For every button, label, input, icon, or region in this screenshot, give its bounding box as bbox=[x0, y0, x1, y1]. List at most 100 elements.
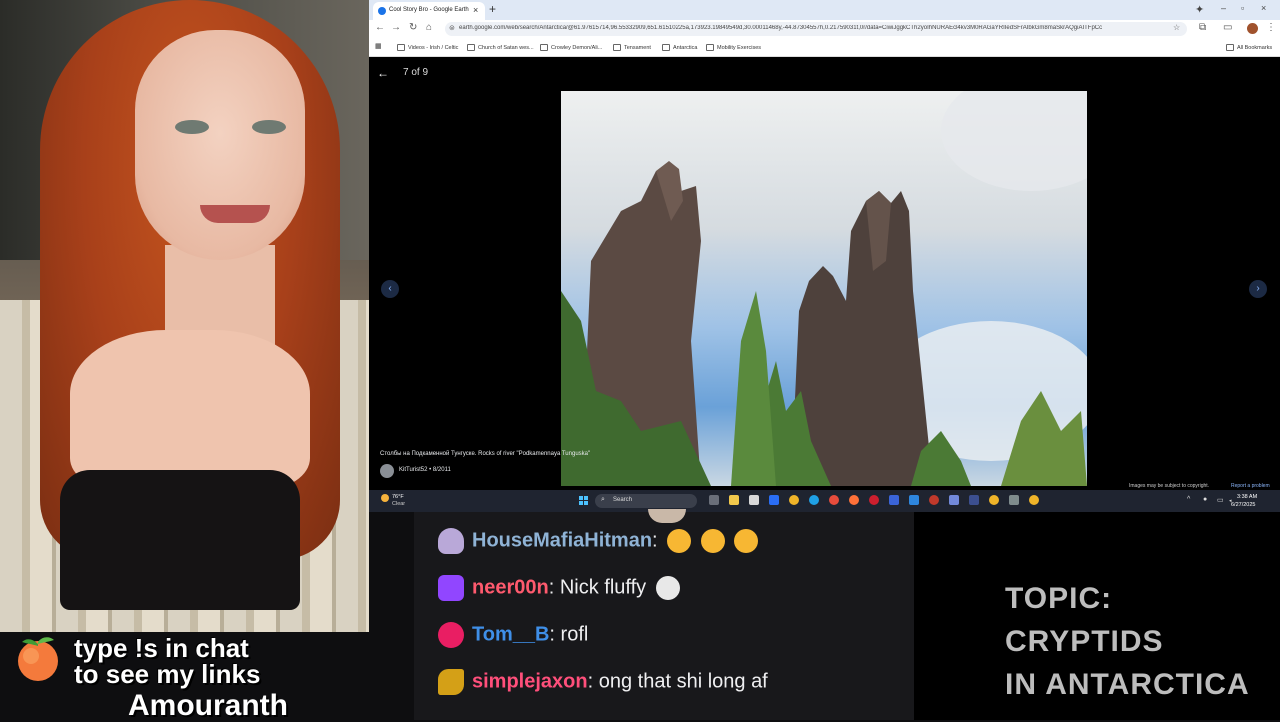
chrome-icon[interactable] bbox=[989, 495, 999, 505]
windows-start-icon[interactable] bbox=[579, 496, 589, 506]
author-avatar[interactable] bbox=[380, 464, 394, 478]
bookmark-item[interactable]: Tensament bbox=[613, 44, 651, 51]
close-window-icon[interactable]: × bbox=[1261, 3, 1266, 13]
tab-title: Cool Story Bro - Google Earth bbox=[389, 7, 469, 13]
home-icon[interactable]: ⌂ bbox=[426, 22, 432, 33]
tab-bar: Cool Story Bro - Google Earth × + ✦ – ▫ … bbox=[369, 0, 1280, 20]
chat-app-icon[interactable] bbox=[769, 495, 779, 505]
heart-badge-icon bbox=[438, 622, 464, 648]
folder-icon bbox=[540, 44, 548, 51]
image-caption: Столбы на Подкаменной Тунгуске. Rocks of… bbox=[380, 451, 591, 457]
app-icon[interactable] bbox=[929, 495, 939, 505]
brave-icon[interactable] bbox=[829, 495, 839, 505]
tray-chevron-icon[interactable]: ^ bbox=[1187, 496, 1190, 503]
peach-icon bbox=[18, 637, 58, 681]
chat-username[interactable]: neer00n bbox=[472, 576, 549, 598]
reload-icon[interactable]: ↻ bbox=[409, 22, 417, 33]
settings-icon[interactable] bbox=[1009, 495, 1019, 505]
clock-date[interactable]: 6/27/2025 bbox=[1231, 502, 1255, 508]
opera-icon[interactable] bbox=[869, 495, 879, 505]
smiling-hearts-emoji-icon bbox=[734, 529, 759, 553]
app-icon[interactable] bbox=[969, 495, 979, 505]
chat-username[interactable]: HouseMafiaHitman bbox=[472, 529, 652, 551]
rock-pillars-illustration bbox=[561, 91, 1087, 486]
back-arrow-icon[interactable]: ← bbox=[375, 22, 385, 33]
tab-google-earth[interactable]: Cool Story Bro - Google Earth × bbox=[373, 2, 485, 20]
discord-icon[interactable] bbox=[949, 495, 959, 505]
bookmark-label: Crowley Demon/Ali... bbox=[551, 44, 603, 51]
minimize-icon[interactable]: – bbox=[1221, 3, 1226, 13]
viewer-back-arrow-icon[interactable]: ← bbox=[377, 66, 389, 80]
file-explorer-icon[interactable] bbox=[729, 495, 739, 505]
chat-username[interactable]: Tom__B bbox=[472, 623, 549, 645]
browser-window: Cool Story Bro - Google Earth × + ✦ – ▫ … bbox=[369, 0, 1280, 512]
menu-icon[interactable]: ⋮ bbox=[1266, 22, 1276, 33]
subscriber-badge-icon bbox=[438, 575, 464, 601]
bookmark-item[interactable]: Videos - Irish / Celtic bbox=[397, 44, 458, 51]
extensions-icon[interactable]: ⧉ bbox=[1199, 22, 1206, 33]
weather-condition[interactable]: Clear bbox=[392, 501, 405, 507]
bookmark-item[interactable]: Crowley Demon/Ali... bbox=[540, 44, 602, 51]
image-author[interactable]: KitTurist52 • 8/2011 bbox=[399, 467, 451, 473]
streamer-name: Amouranth bbox=[128, 689, 288, 722]
smiling-hearts-emoji-icon bbox=[667, 529, 692, 553]
next-image-button[interactable]: › bbox=[1249, 280, 1267, 298]
bookmark-item[interactable]: Mobility Exercises bbox=[706, 44, 761, 51]
all-bookmarks[interactable]: All Bookmarks bbox=[1226, 44, 1272, 51]
search-icon: ⌕ bbox=[601, 496, 605, 503]
bookmark-label: Church of Satan wes... bbox=[478, 44, 534, 51]
taskbar-search-label: Search bbox=[613, 497, 633, 503]
sidebar-icon[interactable]: ▭ bbox=[1223, 22, 1232, 33]
apps-grid-icon[interactable]: ▦ bbox=[375, 42, 382, 50]
star-icon[interactable]: ☆ bbox=[1173, 23, 1180, 32]
app-icon[interactable] bbox=[909, 495, 919, 505]
weather-icon[interactable] bbox=[381, 494, 389, 502]
folder-icon bbox=[1226, 44, 1234, 51]
image-counter: 7 of 9 bbox=[403, 67, 429, 78]
address-bar[interactable]: ⊜ earth.google.com/web/search/Antarctica… bbox=[445, 22, 1187, 36]
google-earth-icon bbox=[378, 7, 386, 15]
smiling-hearts-emoji-icon bbox=[700, 529, 725, 553]
forward-arrow-icon[interactable]: → bbox=[391, 22, 401, 33]
topic-label: TOPIC: bbox=[1005, 582, 1113, 615]
microphone-icon[interactable]: ● bbox=[1203, 496, 1207, 503]
clock-time[interactable]: 3:38 AM bbox=[1237, 494, 1257, 500]
bookmark-item[interactable]: Antarctica bbox=[662, 44, 697, 51]
chrome-icon[interactable] bbox=[789, 495, 799, 505]
chrome-icon[interactable] bbox=[1029, 495, 1039, 505]
store-icon[interactable] bbox=[749, 495, 759, 505]
chat-message: simplejaxon: ong that shi long af bbox=[438, 669, 768, 703]
topic-line-3: IN ANTARCTICA bbox=[1005, 668, 1250, 701]
network-icon[interactable]: ▭ bbox=[1217, 496, 1224, 504]
maximize-icon[interactable]: ▫ bbox=[1241, 3, 1244, 13]
user-badge-icon bbox=[438, 528, 464, 554]
chat-colon: : bbox=[652, 529, 658, 552]
new-tab-icon[interactable]: + bbox=[489, 2, 496, 16]
app-icon[interactable] bbox=[889, 495, 899, 505]
close-tab-icon[interactable]: × bbox=[473, 5, 478, 15]
url-text[interactable]: earth.google.com/web/search/Antarctica/@… bbox=[459, 25, 1149, 31]
chat-text: Nick fluffy bbox=[554, 576, 652, 599]
chat-message: neer00n: Nick fluffy bbox=[438, 575, 680, 609]
folder-icon bbox=[467, 44, 475, 51]
firefox-icon[interactable] bbox=[849, 495, 859, 505]
edge-icon[interactable] bbox=[809, 495, 819, 505]
mouth bbox=[200, 205, 270, 223]
bookmark-label: Mobility Exercises bbox=[717, 44, 762, 51]
links-callout-line1: type !s in chat bbox=[74, 633, 249, 663]
taskbar-search[interactable]: ⌕ Search bbox=[595, 494, 697, 508]
topic-line-2: CRYPTIDS bbox=[1005, 625, 1164, 658]
black-top bbox=[60, 470, 300, 610]
report-problem-link[interactable]: Report a problem bbox=[1231, 483, 1270, 489]
task-view-icon[interactable] bbox=[709, 495, 719, 505]
chat-username[interactable]: simplejaxon bbox=[472, 670, 588, 692]
weather-temperature[interactable]: 76°F bbox=[392, 494, 404, 500]
face bbox=[135, 30, 305, 260]
previous-image-button[interactable]: ‹ bbox=[381, 280, 399, 298]
profile-icon[interactable] bbox=[1247, 23, 1258, 34]
banana-badge-icon bbox=[438, 669, 464, 695]
bookmark-item[interactable]: Church of Satan wes... bbox=[467, 44, 534, 51]
site-info-icon[interactable]: ⊜ bbox=[449, 24, 455, 32]
tab-search-icon[interactable]: ✦ bbox=[1195, 3, 1204, 16]
folder-icon bbox=[397, 44, 405, 51]
